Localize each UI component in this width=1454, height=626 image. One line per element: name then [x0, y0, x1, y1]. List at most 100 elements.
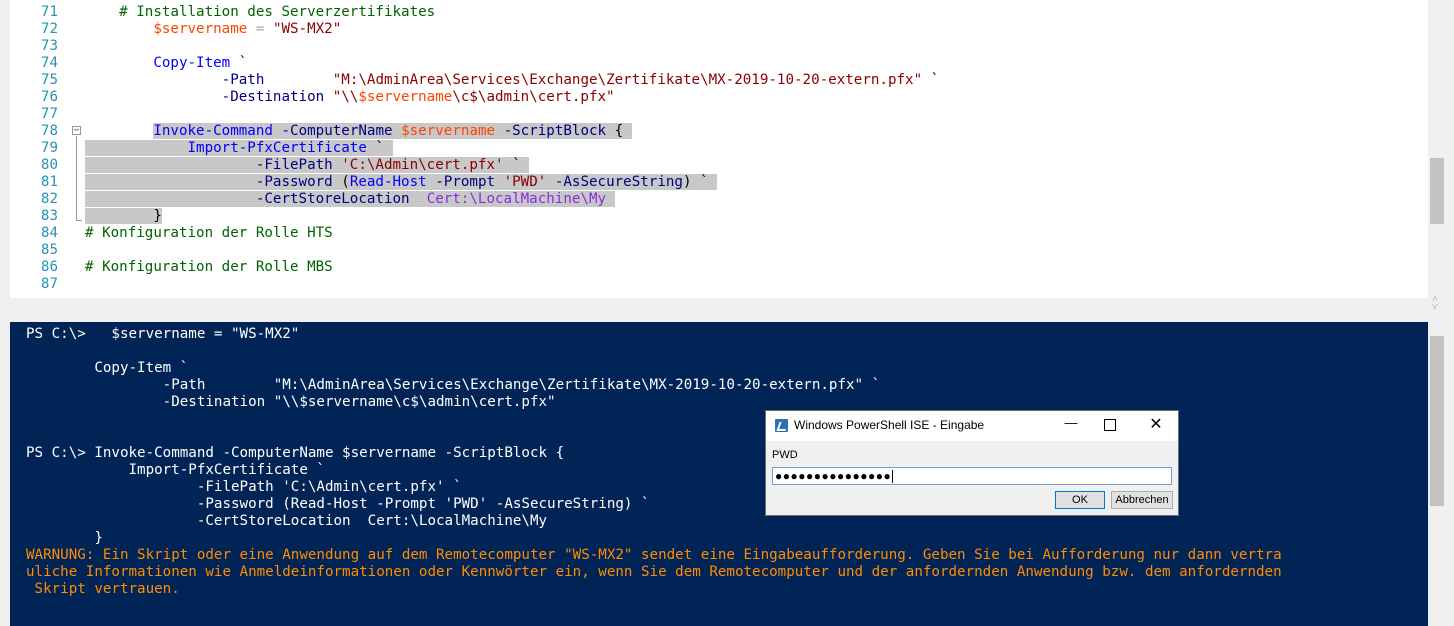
- fold-guide-end: [76, 220, 82, 221]
- cancel-button[interactable]: Abbrechen: [1111, 491, 1173, 509]
- line-number: 86: [40, 259, 58, 275]
- maximize-icon[interactable]: [1104, 419, 1116, 431]
- code-token: 'C:\Admin\cert.pfx': [341, 157, 504, 173]
- line-number: 74: [40, 55, 58, 71]
- script-editor[interactable]: 71 # Installation des Serverzertifikates…: [10, 0, 1428, 298]
- code-token: # Konfiguration der Rolle MBS: [85, 259, 333, 275]
- console-warning-line: uliche Informationen wie Anmeldeinformat…: [26, 564, 1282, 580]
- console-line: }: [26, 530, 103, 546]
- line-number: 78: [40, 123, 58, 139]
- code-text: $servername = "WS-MX2": [85, 21, 341, 38]
- code-text: Invoke-Command -ComputerName $servername…: [85, 123, 632, 140]
- code-text: -Path "M:\AdminArea\Services\Exchange\Ze…: [85, 72, 940, 89]
- code-token: "\\: [332, 89, 359, 105]
- code-text: # Konfiguration der Rolle MBS: [85, 259, 333, 276]
- console-warning-line: Skript vertrauen.: [26, 581, 180, 597]
- line-number: 77: [40, 106, 58, 122]
- collapse-icon[interactable]: −: [72, 126, 81, 136]
- editor-line[interactable]: 87: [10, 276, 1428, 293]
- editor-vertical-scrollbar[interactable]: [1428, 0, 1446, 298]
- line-number: 79: [40, 140, 58, 156]
- line-number: 71: [40, 4, 58, 20]
- code-token: `: [366, 140, 393, 156]
- console-warning-line: WARNUNG: Ein Skript oder eine Anwendung …: [26, 547, 1282, 563]
- console-line: -Destination "\\$servername\c$\admin\cer…: [26, 394, 556, 410]
- line-number: 84: [40, 225, 58, 241]
- editor-line[interactable]: 83 }: [10, 208, 1428, 225]
- editor-line[interactable]: 78 Invoke-Command -ComputerName $servern…: [10, 123, 1428, 140]
- text-caret: [892, 470, 894, 484]
- code-text: -Destination "\\$servername\c$\admin\cer…: [85, 89, 615, 106]
- code-text: # Konfiguration der Rolle HTS: [85, 225, 333, 242]
- dialog-title: Windows PowerShell ISE - Eingabe: [794, 418, 985, 432]
- line-number: 80: [40, 157, 58, 173]
- editor-line[interactable]: 82 -CertStoreLocation Cert:\LocalMachine…: [10, 191, 1428, 208]
- editor-line[interactable]: 81 -Password (Read-Host -Prompt 'PWD' -A…: [10, 174, 1428, 191]
- code-token: [546, 174, 555, 190]
- code-token: [495, 123, 504, 139]
- code-token: -AsSecureString: [554, 174, 683, 190]
- script-editor-pane[interactable]: 71 # Installation des Serverzertifikates…: [0, 0, 1454, 315]
- code-token: [426, 174, 436, 190]
- code-token: [85, 157, 256, 173]
- console-scrollbar-thumb[interactable]: [1430, 336, 1444, 506]
- code-token: [392, 123, 402, 139]
- code-token: $servername: [358, 89, 453, 105]
- code-text: -CertStoreLocation Cert:\LocalMachine\My: [85, 191, 615, 208]
- code-token: [606, 191, 615, 207]
- password-field[interactable]: ●●●●●●●●●●●●●●●: [772, 467, 1172, 485]
- line-number: 81: [40, 174, 58, 190]
- code-token: (: [332, 174, 350, 190]
- code-token: -FilePath: [255, 157, 333, 173]
- code-token: $servername: [401, 123, 496, 139]
- code-text: Import-PfxCertificate `: [85, 140, 393, 157]
- editor-line[interactable]: 85: [10, 242, 1428, 259]
- code-text: -FilePath 'C:\Admin\cert.pfx' `: [85, 157, 530, 174]
- code-token: 'PWD': [503, 174, 547, 190]
- editor-line[interactable]: 73: [10, 38, 1428, 55]
- code-token: {: [606, 123, 632, 139]
- code-text: -Password (Read-Host -Prompt 'PWD' -AsSe…: [85, 174, 718, 191]
- chevron-down-icon[interactable]: ˅: [1432, 303, 1442, 313]
- code-token: [85, 191, 256, 207]
- code-token: # Konfiguration der Rolle HTS: [85, 225, 333, 241]
- editor-line[interactable]: 79 Import-PfxCertificate `: [10, 140, 1428, 157]
- pane-splitter[interactable]: [0, 298, 1454, 315]
- code-token: -Password: [255, 174, 333, 190]
- code-token: # Installation des Serverzertifikates: [85, 4, 436, 20]
- console-vertical-scrollbar[interactable]: [1428, 322, 1446, 626]
- editor-line[interactable]: 80 -FilePath 'C:\Admin\cert.pfx' `: [10, 157, 1428, 174]
- ok-button[interactable]: OK: [1055, 491, 1105, 509]
- code-token: -CertStoreLocation: [255, 191, 410, 207]
- dialog-titlebar[interactable]: Windows PowerShell ISE - Eingabe — ✕: [766, 411, 1178, 441]
- code-token: -ComputerName: [281, 123, 393, 139]
- code-token: "M:\AdminArea\Services\Exchange\Zertifik…: [332, 72, 923, 88]
- console-line: Copy-Item `: [26, 360, 189, 376]
- editor-line[interactable]: 77: [10, 106, 1428, 123]
- code-token: [495, 174, 504, 190]
- editor-line[interactable]: 86 # Konfiguration der Rolle MBS: [10, 259, 1428, 276]
- editor-line[interactable]: 84 # Konfiguration der Rolle HTS: [10, 225, 1428, 242]
- window-right-edge: [1446, 0, 1454, 626]
- editor-scrollbar-thumb[interactable]: [1430, 158, 1444, 224]
- code-token: ) `: [682, 174, 718, 190]
- minimize-icon[interactable]: —: [1062, 415, 1080, 435]
- line-number: 73: [40, 38, 58, 54]
- fold-guide: [76, 136, 77, 220]
- code-token: Invoke-Command: [153, 123, 273, 139]
- line-number: 82: [40, 191, 58, 207]
- code-token: $servername: [153, 21, 248, 37]
- prompt-label: PWD: [772, 449, 798, 461]
- editor-line[interactable]: 74 Copy-Item `: [10, 55, 1428, 72]
- close-icon[interactable]: ✕: [1148, 414, 1164, 436]
- editor-line[interactable]: 72 $servername = "WS-MX2": [10, 21, 1428, 38]
- editor-line[interactable]: 75 -Path "M:\AdminArea\Services\Exchange…: [10, 72, 1428, 89]
- editor-line[interactable]: 71 # Installation des Serverzertifikates: [10, 4, 1428, 21]
- console-line: -FilePath 'C:\Admin\cert.pfx' `: [26, 479, 462, 495]
- editor-line[interactable]: 76 -Destination "\\$servername\c$\admin\…: [10, 89, 1428, 106]
- console-pane[interactable]: PS C:\> $servername = "WS-MX2" Copy-Item…: [10, 322, 1428, 626]
